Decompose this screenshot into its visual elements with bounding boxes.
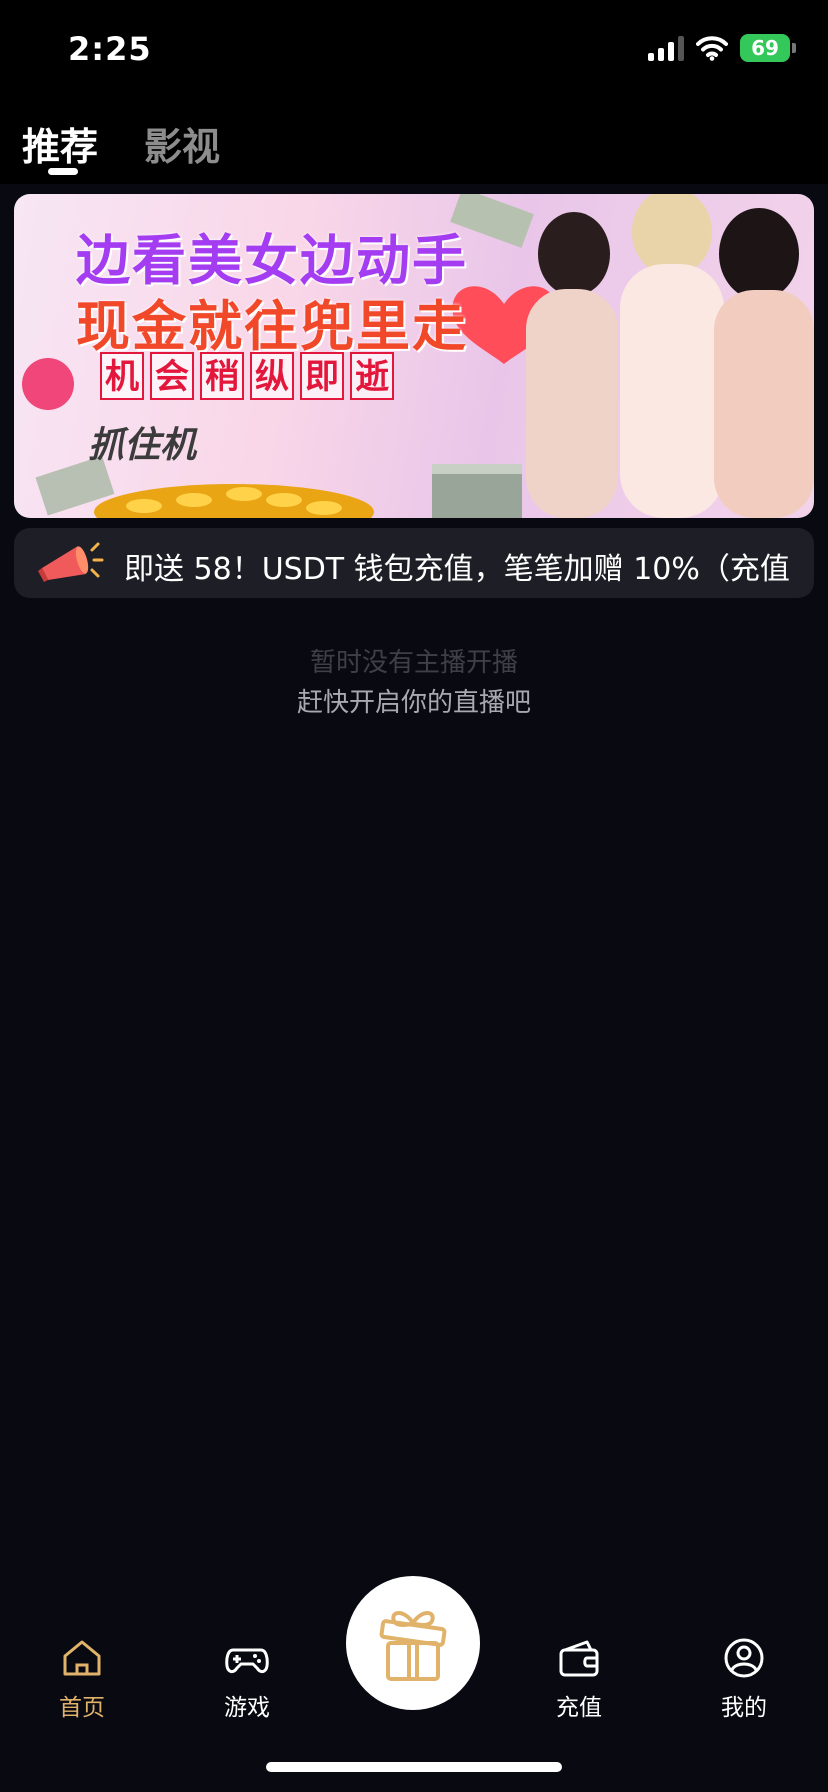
status-icons: 69	[648, 34, 796, 62]
top-tabs: 推荐 影视	[0, 100, 828, 184]
screen: 2:25 69 推荐 影视 边看美女边动手 现金就往兜里走 机 会 稍 纵 即 …	[0, 0, 828, 1792]
nav-games-label: 游戏	[224, 1695, 270, 1721]
banner-tagline-char: 逝	[350, 352, 394, 400]
battery-icon: 69	[740, 34, 796, 62]
banner-logo: 抓住机	[88, 425, 197, 466]
tab-recommend[interactable]: 推荐	[22, 100, 99, 175]
banner-tagline: 机 会 稍 纵 即 逝	[100, 352, 394, 400]
battery-level: 69	[751, 36, 779, 60]
nav-recharge-label: 充值	[556, 1695, 602, 1721]
promo-banner[interactable]: 边看美女边动手 现金就往兜里走 机 会 稍 纵 即 逝 抓住机	[14, 194, 814, 518]
gift-button[interactable]	[346, 1576, 480, 1710]
gift-icon	[379, 1611, 447, 1681]
status-bar: 2:25 69	[0, 0, 828, 100]
gold-coins-image	[94, 484, 374, 518]
home-indicator[interactable]	[266, 1762, 562, 1772]
models-image	[526, 194, 814, 518]
nav-recharge[interactable]: 充值	[524, 1638, 634, 1722]
banner-tagline-char: 机	[100, 352, 144, 400]
cellular-signal-icon	[648, 35, 684, 61]
gamepad-icon	[225, 1648, 269, 1674]
announcement-bar[interactable]: 即送 58！USDT 钱包充值，笔笔加赠 10%（充值	[14, 528, 814, 598]
megaphone-icon	[38, 542, 104, 582]
nav-games[interactable]: 游戏	[192, 1638, 302, 1722]
tab-recommend-label: 推荐	[22, 125, 99, 169]
bottom-nav: 首页 游戏 充值 我的	[0, 1576, 828, 1722]
announcement-text: 即送 58！USDT 钱包充值，笔笔加赠 10%（充值	[124, 552, 790, 587]
nav-mine-label: 我的	[721, 1695, 767, 1721]
banner-tagline-char: 会	[150, 352, 194, 400]
nav-home[interactable]: 首页	[27, 1638, 137, 1722]
home-icon	[63, 1640, 101, 1676]
wifi-icon	[696, 36, 728, 61]
user-profile-icon	[724, 1638, 764, 1678]
wallet-icon	[559, 1640, 599, 1677]
empty-state-subtitle: 赶快开启你的直播吧	[296, 688, 531, 718]
pink-token-image	[22, 358, 74, 410]
tab-active-indicator	[48, 168, 78, 175]
banner-tagline-char: 即	[300, 352, 344, 400]
banner-tagline-char: 稍	[200, 352, 244, 400]
tab-video[interactable]: 影视	[144, 100, 220, 171]
banner-tagline-char: 纵	[250, 352, 294, 400]
status-time: 2:25	[68, 30, 152, 68]
nav-home-label: 首页	[59, 1695, 105, 1721]
tab-video-label: 影视	[144, 125, 221, 169]
empty-state-title: 暂时没有主播开播	[309, 648, 518, 678]
nav-mine[interactable]: 我的	[689, 1638, 799, 1722]
banner-headline-2: 现金就往兜里走	[76, 295, 468, 358]
